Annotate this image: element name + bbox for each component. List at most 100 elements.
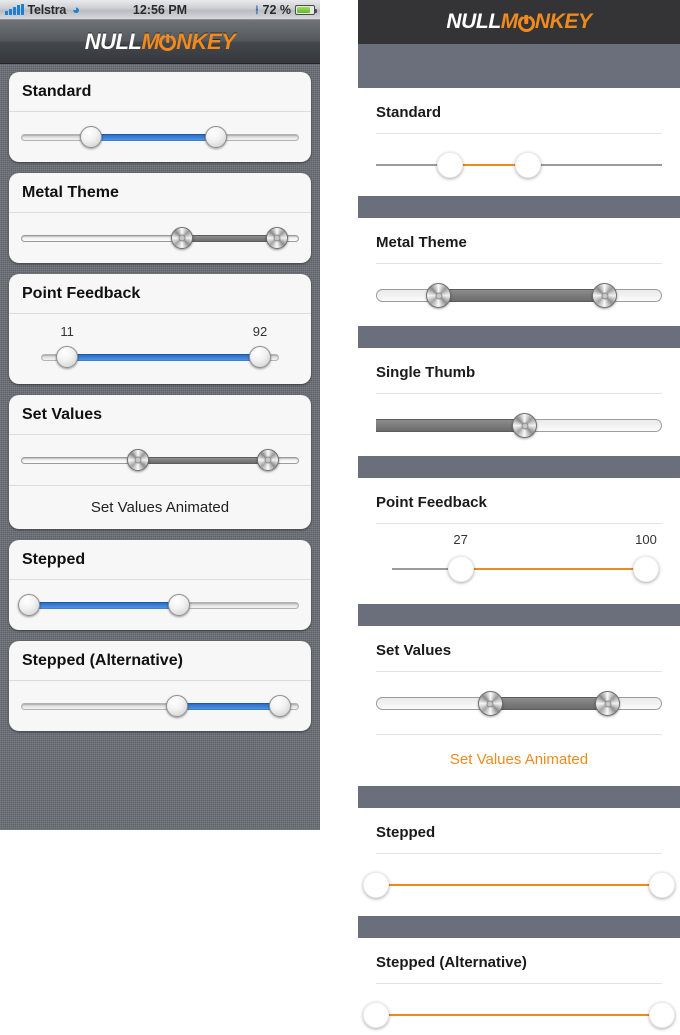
slider-value-labels: 27 100	[392, 532, 657, 550]
slider-standard[interactable]	[21, 126, 299, 148]
logo-text-null: NULL	[446, 10, 501, 33]
slider-set-values[interactable]	[376, 690, 662, 716]
card-title: Stepped	[9, 540, 311, 580]
slider-standard[interactable]	[376, 152, 662, 178]
slider-thumb-high[interactable]	[268, 695, 291, 717]
section-title: Point Feedback	[376, 494, 487, 511]
slider-metal-theme[interactable]	[376, 282, 662, 308]
battery-icon	[295, 4, 317, 15]
slider-thumb-low[interactable]	[426, 283, 452, 308]
slider-single-thumb[interactable]	[376, 412, 662, 438]
nullmonkey-logo: NULL M NKEY	[446, 10, 592, 34]
slider-thumb-high[interactable]	[168, 594, 191, 616]
section-title: Metal Theme	[376, 234, 467, 251]
section-set-values: Set Values Set Values Animated	[358, 626, 680, 786]
slider-stepped-alternative[interactable]	[21, 695, 299, 717]
slider-stepped[interactable]	[18, 594, 299, 616]
slider-thumb-high[interactable]	[265, 227, 288, 249]
section-title: Single Thumb	[376, 364, 476, 381]
section-separator	[358, 786, 680, 808]
section-row	[358, 134, 680, 196]
battery-percent-label: 72 %	[262, 2, 292, 17]
card-row	[9, 213, 311, 263]
card-title: Point Feedback	[9, 274, 311, 314]
section-separator	[358, 456, 680, 478]
slider-value-low: 27	[453, 532, 468, 547]
section-single-thumb: Single Thumb	[358, 348, 680, 456]
section-row	[358, 672, 680, 734]
slider-thumb-low[interactable]	[171, 227, 194, 249]
section-separator	[358, 326, 680, 348]
slider-thumb-low[interactable]	[363, 1002, 389, 1028]
status-bar-right: ⍿ 72 %	[255, 2, 317, 17]
logo-text-nkey: NKEY	[176, 28, 236, 54]
card-row	[9, 435, 311, 486]
slider-thumb-low[interactable]	[126, 449, 149, 471]
slider-thumb-high[interactable]	[649, 1002, 675, 1028]
slider-inset-wrapper: 11 92	[21, 324, 299, 368]
slider-value-high: 100	[635, 532, 657, 547]
slider-stepped[interactable]	[363, 872, 675, 898]
card-row	[9, 112, 311, 162]
slider-metal-theme[interactable]	[21, 227, 299, 249]
power-symbol-icon	[159, 34, 177, 51]
nullmonkey-logo: NULL M NKEY	[85, 29, 236, 55]
slider-thumb-low[interactable]	[56, 346, 79, 368]
logo-text-null: NULL	[84, 28, 142, 54]
section-standard: Standard	[358, 88, 680, 196]
power-symbol-icon	[517, 14, 535, 32]
set-values-animated-button[interactable]: Set Values Animated	[358, 735, 680, 786]
card-stepped: Stepped	[9, 540, 311, 630]
slider-thumb-low[interactable]	[477, 691, 503, 716]
section-point-feedback: Point Feedback 27 100	[358, 478, 680, 604]
section-separator	[358, 916, 680, 938]
section-separator	[358, 604, 680, 626]
slider-range-fill	[376, 884, 662, 886]
slider-thumb-low[interactable]	[79, 126, 102, 148]
slider-range-fill	[67, 354, 260, 361]
slider-thumb-low[interactable]	[165, 695, 188, 717]
slider-thumb-high[interactable]	[649, 872, 675, 898]
section-row: 27 100	[358, 524, 680, 604]
slider-thumb-low[interactable]	[363, 872, 389, 898]
slider-point-feedback[interactable]	[392, 556, 659, 582]
slider-thumb-low[interactable]	[447, 556, 474, 582]
slider-thumb-high[interactable]	[595, 691, 621, 716]
slider-point-feedback[interactable]	[41, 346, 279, 368]
slider-thumb-low[interactable]	[437, 152, 464, 178]
slider-thumb-low[interactable]	[18, 594, 41, 616]
logo-text-nkey: NKEY	[534, 10, 592, 33]
section-row	[358, 394, 680, 456]
section-row	[358, 264, 680, 326]
slider-range-fill	[376, 1014, 662, 1016]
slider-thumb-high[interactable]	[633, 556, 659, 582]
android-phone-screen: NULL M NKEY Standard Metal Theme Single …	[358, 0, 680, 1035]
set-values-animated-button[interactable]: Set Values Animated	[9, 486, 311, 529]
slider-thumb-high[interactable]	[514, 152, 541, 178]
slider-range-fill	[29, 602, 180, 609]
card-title: Standard	[9, 72, 311, 112]
slider-stepped-alternative[interactable]	[363, 1002, 675, 1028]
card-row: 11 92	[9, 314, 311, 384]
slider-range-fill	[490, 697, 608, 710]
slider-set-values[interactable]	[21, 449, 299, 471]
slider-thumb[interactable]	[512, 413, 538, 438]
slider-thumb-high[interactable]	[248, 346, 271, 368]
slider-thumb-high[interactable]	[592, 283, 618, 308]
section-separator	[358, 44, 680, 88]
slider-range-fill	[376, 419, 525, 432]
section-metal-theme: Metal Theme	[358, 218, 680, 326]
slider-range-fill	[438, 289, 605, 302]
ios-status-bar: Telstra ◕ 12:56 PM ⍿ 72 %	[0, 0, 320, 20]
slider-thumb-high[interactable]	[204, 126, 227, 148]
card-metal-theme: Metal Theme	[9, 173, 311, 263]
section-title: Standard	[376, 104, 442, 121]
card-row	[9, 580, 311, 630]
card-stepped-alternative: Stepped (Alternative)	[9, 641, 311, 731]
slider-value-labels: 11 92	[41, 324, 279, 342]
slider-range-fill	[90, 134, 216, 141]
section-title: Set Values	[376, 642, 452, 659]
slider-thumb-high[interactable]	[257, 449, 280, 471]
logo-text-m: M	[500, 10, 518, 33]
card-set-values: Set Values Set Values Animated	[9, 395, 311, 529]
